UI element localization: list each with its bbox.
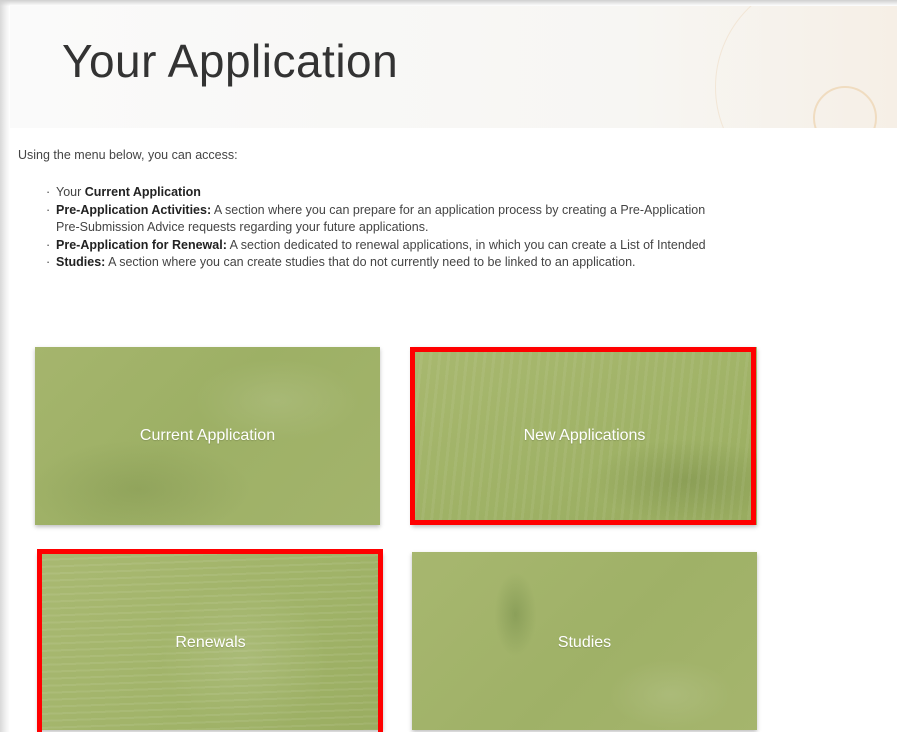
tile-label: New Applications xyxy=(523,427,646,444)
tile-renewals[interactable]: Renewals xyxy=(38,552,383,730)
list-item-bold: Studies: xyxy=(56,255,106,269)
list-item-pre-application-activities: Pre-Application Activities: A section wh… xyxy=(46,202,897,237)
list-item-text: A section dedicated to renewal applicati… xyxy=(226,237,706,252)
page-title: Your Application xyxy=(62,35,399,87)
screenshot-frame: Your Application Using the menu below, y… xyxy=(0,0,897,732)
tile-new-applications[interactable]: New Applications xyxy=(412,347,757,525)
list-item-continuation: Pre-Submission Advice requests regarding… xyxy=(56,220,429,234)
list-item-bold: Pre-Application for Renewal: xyxy=(56,237,227,252)
intro-text: Using the menu below, you can access: xyxy=(18,148,238,162)
tile-label: Current Application xyxy=(139,427,276,444)
access-list: Your Current Application Pre-Application… xyxy=(46,184,897,272)
list-item-bold: Pre-Application Activities: xyxy=(56,202,212,217)
window-edge-shadow-top xyxy=(0,0,897,6)
list-item-text: A section where you can prepare for an a… xyxy=(211,202,706,217)
list-item-bold: Current Application xyxy=(84,185,201,199)
list-item-studies: Studies: A section where you can create … xyxy=(46,254,897,272)
tile-studies[interactable]: Studies xyxy=(412,552,757,730)
tile-label: Renewals xyxy=(175,634,246,651)
window-edge-shadow xyxy=(0,0,10,732)
page-header-banner: Your Application xyxy=(10,6,897,128)
list-item-prefix: Your xyxy=(56,185,85,199)
list-item-text: A section where you can create studies t… xyxy=(105,255,636,269)
list-item-pre-application-renewal: Pre-Application for Renewal: A section d… xyxy=(46,237,897,255)
tile-current-application[interactable]: Current Application xyxy=(35,347,380,525)
list-item-current-application: Your Current Application xyxy=(46,184,897,202)
tile-label: Studies xyxy=(557,634,612,651)
